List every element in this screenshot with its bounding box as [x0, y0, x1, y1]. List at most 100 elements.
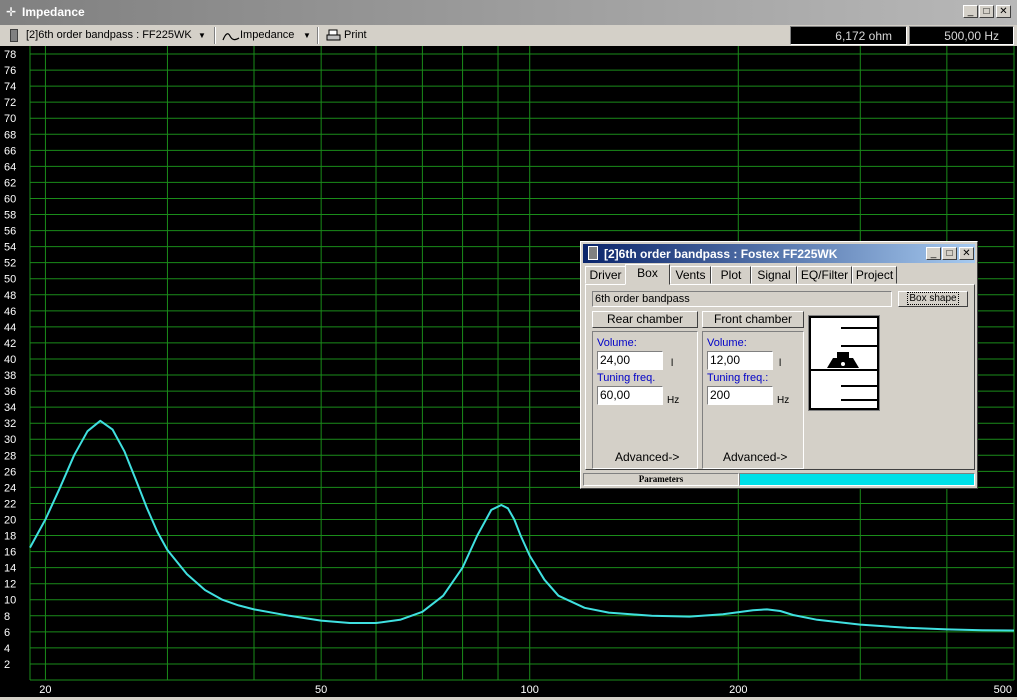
rear-volume-unit: l — [671, 358, 674, 369]
front-tuning-input[interactable]: 200 — [707, 386, 773, 405]
y-tick-label: 20 — [4, 514, 16, 526]
y-tick-label: 42 — [4, 338, 16, 350]
y-tick-label: 78 — [4, 49, 16, 61]
y-tick-label: 18 — [4, 531, 16, 543]
maximize-button[interactable]: □ — [979, 5, 994, 18]
progress-fill — [740, 474, 974, 485]
cursor-value-readout: 6,172 ohm — [790, 26, 907, 45]
y-tick-label: 24 — [4, 482, 16, 494]
window-titlebar: ✛ Impedance _ □ ✕ — [0, 0, 1017, 25]
graph-selector[interactable]: Impedance ▼ — [219, 26, 315, 45]
dialog-title: [2]6th order bandpass : Fostex FF225WK — [604, 247, 838, 261]
y-tick-label: 40 — [4, 354, 16, 366]
y-tick-label: 46 — [4, 306, 16, 318]
y-tick-label: 26 — [4, 466, 16, 478]
y-tick-label: 10 — [4, 595, 16, 607]
y-tick-label: 60 — [4, 193, 16, 205]
y-tick-label: 30 — [4, 434, 16, 446]
y-tick-labels: 2468101214161820222426283032343638404244… — [4, 49, 16, 671]
y-tick-label: 14 — [4, 563, 16, 575]
close-button[interactable]: ✕ — [996, 5, 1011, 18]
dialog-maximize-button[interactable]: □ — [942, 247, 957, 260]
progress-bar — [739, 473, 975, 486]
y-tick-label: 48 — [4, 290, 16, 302]
y-tick-label: 12 — [4, 579, 16, 591]
front-tuning-unit: Hz — [777, 395, 790, 406]
rear-tuning-unit: Hz — [667, 395, 680, 406]
dialog-tabs: Driver Box Vents Plot Signal EQ/Filter P… — [585, 264, 975, 285]
parameters-label: Parameters — [583, 473, 739, 486]
chevron-down-icon[interactable]: ▼ — [196, 26, 208, 45]
y-tick-label: 2 — [4, 659, 10, 671]
y-tick-label: 58 — [4, 210, 16, 222]
y-tick-label: 16 — [4, 547, 16, 559]
box-shape-label: Box shape — [907, 292, 959, 305]
y-tick-label: 36 — [4, 386, 16, 398]
tab-signal[interactable]: Signal — [751, 266, 797, 284]
rear-volume-label: Volume: — [597, 337, 637, 349]
y-tick-label: 66 — [4, 145, 16, 157]
project-selector-label: [2]6th order bandpass : FF225WK — [26, 29, 192, 41]
y-tick-label: 74 — [4, 81, 16, 93]
printer-icon — [326, 29, 341, 41]
tab-box[interactable]: Box — [625, 264, 670, 285]
x-tick-label: 500 — [994, 684, 1012, 696]
rear-chamber-group: Volume: 24,00 l Tuning freq. 60,00 Hz Ad… — [592, 331, 698, 469]
y-tick-label: 62 — [4, 177, 16, 189]
y-tick-label: 52 — [4, 258, 16, 270]
y-tick-label: 38 — [4, 370, 16, 382]
toolbar: [2]6th order bandpass : FF225WK ▼ Impeda… — [0, 25, 1017, 46]
front-volume-unit: l — [779, 358, 782, 369]
front-volume-input[interactable]: 12,00 — [707, 351, 773, 370]
y-tick-label: 8 — [4, 611, 10, 623]
front-chamber-header[interactable]: Front chamber — [702, 311, 804, 328]
y-tick-label: 70 — [4, 113, 16, 125]
box-type-field[interactable]: 6th order bandpass — [592, 291, 892, 307]
print-label: Print — [344, 29, 367, 41]
project-selector[interactable]: [2]6th order bandpass : FF225WK ▼ — [6, 26, 212, 45]
y-tick-label: 22 — [4, 498, 16, 510]
tab-eq-filter[interactable]: EQ/Filter — [797, 266, 852, 284]
bandpass-box-diagram — [808, 315, 880, 411]
graph-selector-label: Impedance — [240, 29, 295, 41]
project-icon — [10, 29, 18, 42]
chevron-down-icon[interactable]: ▼ — [301, 26, 313, 45]
y-tick-label: 72 — [4, 97, 16, 109]
tab-project[interactable]: Project — [852, 266, 897, 284]
box-tab-panel: 6th order bandpass Box shape Rear chambe… — [585, 284, 975, 470]
dialog-titlebar: [2]6th order bandpass : Fostex FF225WK _… — [583, 244, 975, 263]
toolbar-separator — [214, 27, 216, 44]
tab-plot[interactable]: Plot — [711, 266, 751, 284]
rear-chamber-header[interactable]: Rear chamber — [592, 311, 698, 328]
box-shape-button[interactable]: Box shape — [898, 291, 968, 307]
rear-tuning-input[interactable]: 60,00 — [597, 386, 663, 405]
y-tick-label: 28 — [4, 450, 16, 462]
y-tick-label: 56 — [4, 226, 16, 238]
tab-driver[interactable]: Driver — [585, 266, 626, 284]
x-tick-label: 50 — [315, 684, 327, 696]
dialog-minimize-button[interactable]: _ — [926, 247, 941, 260]
rear-advanced-link[interactable]: Advanced-> — [615, 450, 679, 464]
box-settings-dialog: [2]6th order bandpass : Fostex FF225WK _… — [580, 241, 978, 489]
front-chamber-group: Volume: 12,00 l Tuning freq.: 200 Hz Adv… — [702, 331, 804, 469]
front-volume-label: Volume: — [707, 337, 747, 349]
x-tick-label: 100 — [521, 684, 539, 696]
minimize-button[interactable]: _ — [963, 5, 978, 18]
y-tick-label: 76 — [4, 65, 16, 77]
bandpass-enclosure-icon — [809, 316, 879, 410]
y-tick-label: 4 — [4, 643, 10, 655]
dialog-statusbar: Parameters — [583, 473, 975, 486]
y-tick-label: 68 — [4, 129, 16, 141]
y-tick-label: 54 — [4, 242, 16, 254]
tab-vents[interactable]: Vents — [670, 266, 711, 284]
cursor-frequency-readout: 500,00 Hz — [909, 26, 1014, 45]
front-advanced-link[interactable]: Advanced-> — [723, 450, 787, 464]
x-tick-labels: 20 50 100 200 500 — [39, 684, 1012, 696]
y-tick-label: 50 — [4, 274, 16, 286]
dialog-close-button[interactable]: ✕ — [959, 247, 974, 260]
y-tick-label: 64 — [4, 161, 16, 173]
print-button[interactable]: Print — [324, 26, 374, 45]
rear-volume-input[interactable]: 24,00 — [597, 351, 663, 370]
project-icon — [588, 246, 598, 260]
y-tick-label: 44 — [4, 322, 16, 334]
